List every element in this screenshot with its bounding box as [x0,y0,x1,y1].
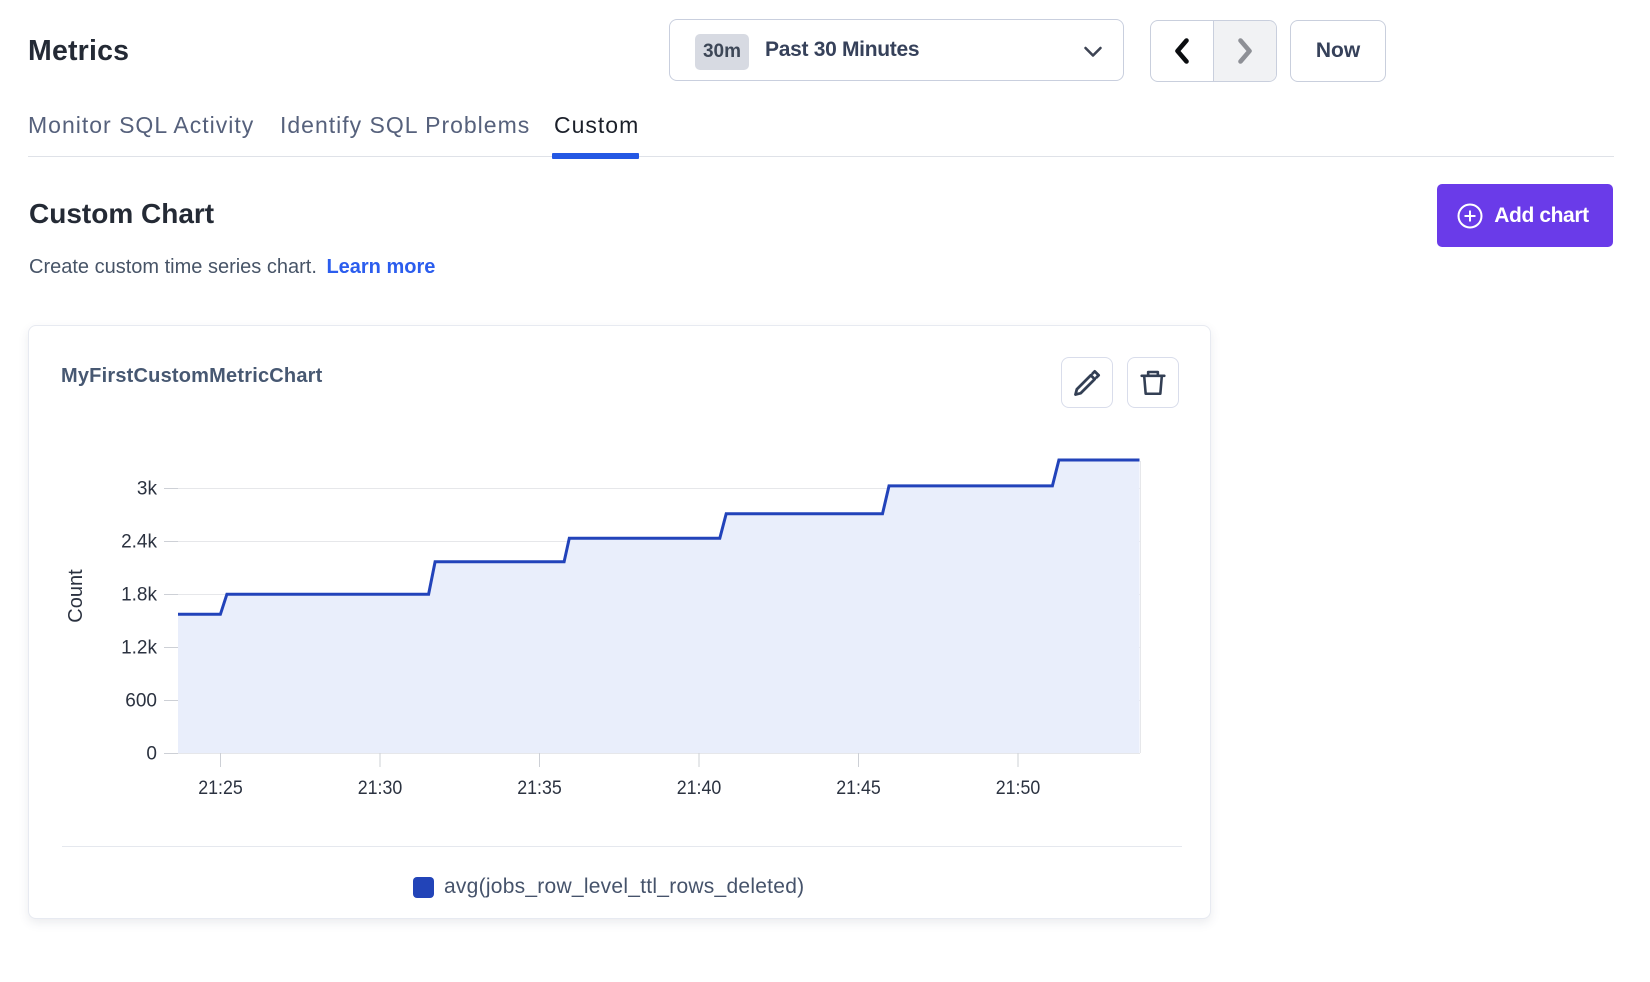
svg-text:1.2k: 1.2k [121,638,157,659]
svg-text:0: 0 [146,744,157,765]
svg-text:1.8k: 1.8k [121,585,157,606]
svg-text:21:45: 21:45 [836,778,881,799]
svg-text:21:30: 21:30 [358,778,403,799]
svg-text:2.4k: 2.4k [121,532,157,553]
svg-text:21:35: 21:35 [517,778,562,799]
svg-text:Count: Count [65,569,87,623]
svg-text:21:25: 21:25 [198,778,243,799]
svg-text:21:40: 21:40 [677,778,722,799]
svg-text:3k: 3k [137,479,158,500]
svg-text:600: 600 [125,691,157,712]
svg-text:21:50: 21:50 [996,778,1041,799]
